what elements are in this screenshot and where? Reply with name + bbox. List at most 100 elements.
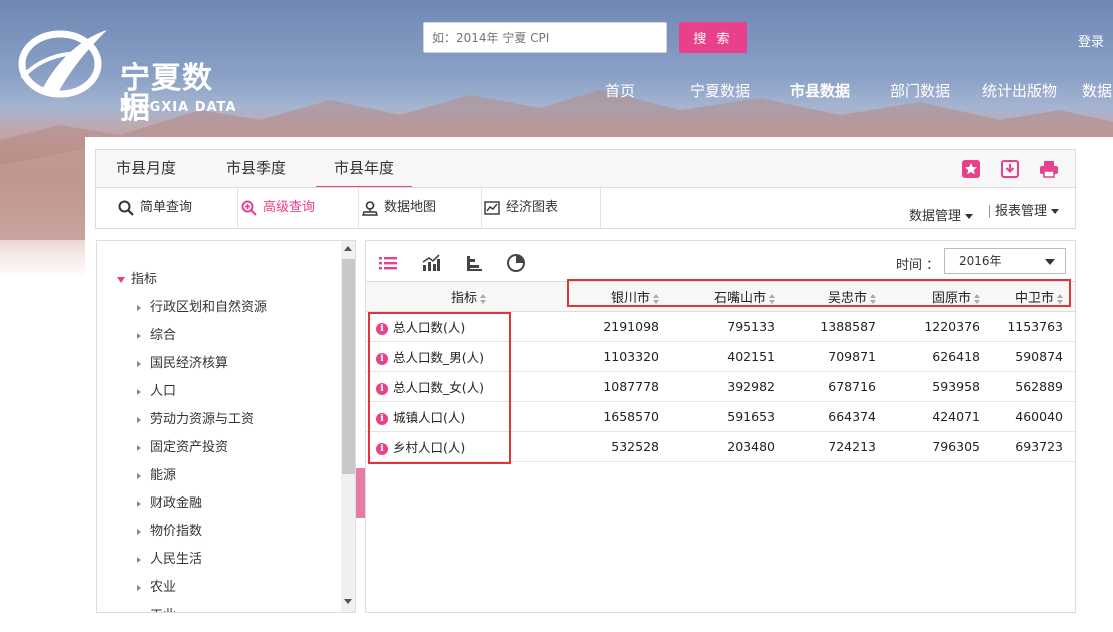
advanced-query-label: 高级查询	[263, 200, 316, 215]
chart-icon	[484, 201, 500, 215]
value-cell: 724213	[787, 431, 888, 462]
tree-item[interactable]: 固定资产投资	[137, 436, 228, 455]
time-select-value: 2016年	[959, 254, 1002, 268]
advanced-query-button[interactable]: 高级查询	[241, 188, 359, 228]
time-select[interactable]: 2016年	[944, 248, 1066, 274]
tree-item[interactable]: 能源	[137, 464, 176, 483]
tree-root-indicator[interactable]: 指标	[117, 268, 157, 287]
value-cell: 1153763	[992, 311, 1075, 342]
main-panel: 市县月度 市县季度 市县年度 简单查询 高级查询 数据地图 经济图表 数据管理 …	[85, 137, 1113, 632]
favorite-star-icon[interactable]	[961, 159, 981, 179]
tree-item-label: 行政区划和自然资源	[150, 300, 268, 315]
tree-item-label: 劳动力资源与工资	[150, 412, 255, 427]
tree-item-label: 综合	[150, 328, 177, 343]
value-cell: 1087778	[571, 371, 671, 402]
chevron-right-icon	[137, 388, 141, 395]
tree-item[interactable]: 物价指数	[137, 520, 202, 539]
tree-item-label: 农业	[150, 580, 177, 595]
chevron-right-icon	[137, 613, 141, 614]
chevron-down-icon	[965, 214, 974, 219]
chevron-down-icon	[1051, 209, 1060, 214]
highlight-city-headers	[567, 279, 1071, 307]
panel-splitter-handle[interactable]	[356, 468, 365, 518]
nav-item-department-data[interactable]: 部门数据	[890, 80, 950, 101]
pie-chart-icon[interactable]	[506, 253, 526, 273]
nav-item-ningxia-data[interactable]: 宁夏数据	[690, 80, 750, 101]
tree-item-label: 人口	[150, 384, 177, 399]
highlight-indicator-names	[368, 312, 511, 464]
chevron-right-icon	[137, 416, 141, 423]
scroll-up-arrow-icon[interactable]	[344, 246, 352, 251]
economic-chart-button[interactable]: 经济图表	[484, 188, 601, 228]
tree-item[interactable]: 财政金融	[137, 492, 202, 511]
tree-scrollbar[interactable]	[341, 241, 355, 612]
line-bar-chart-icon[interactable]	[421, 253, 441, 273]
simple-query-label: 简单查询	[140, 200, 193, 215]
list-view-icon[interactable]	[378, 253, 398, 273]
chevron-right-icon	[137, 360, 141, 367]
data-management-label: 数据管理	[909, 209, 962, 224]
tab-actions	[946, 159, 1059, 179]
tree-root-label: 指标	[131, 272, 158, 287]
login-link[interactable]: 登录	[1078, 31, 1104, 50]
main-nav: 首页 宁夏数据 市县数据 部门数据 统计出版物 数据	[0, 80, 1113, 104]
nav-item-more[interactable]: 数据	[1082, 80, 1112, 101]
value-cell: 1388587	[787, 311, 888, 342]
search-input[interactable]	[423, 22, 667, 53]
nav-item-city-data[interactable]: 市县数据	[790, 80, 850, 101]
value-cell: 795133	[671, 311, 787, 342]
tree-item-label: 工业	[150, 608, 176, 612]
nav-item-home[interactable]: 首页	[605, 80, 635, 101]
value-cell: 626418	[888, 341, 992, 372]
tree-item[interactable]: 行政区划和自然资源	[137, 296, 267, 315]
tree-item-label: 物价指数	[150, 524, 203, 539]
data-map-button[interactable]: 数据地图	[362, 188, 482, 228]
value-cell: 1103320	[571, 341, 671, 372]
search-button[interactable]: 搜 索	[679, 22, 747, 53]
nav-item-publications[interactable]: 统计出版物	[982, 80, 1057, 101]
tree-item[interactable]: 综合	[137, 324, 176, 343]
chevron-right-icon	[137, 500, 141, 507]
scroll-thumb[interactable]	[342, 259, 355, 474]
sort-icon	[480, 293, 486, 304]
economic-chart-label: 经济图表	[506, 200, 559, 215]
tab-yearly[interactable]: 市县年度	[316, 150, 413, 188]
value-cell: 2191098	[571, 311, 671, 342]
value-cell: 693723	[992, 431, 1075, 462]
column-header-label: 指标	[450, 291, 477, 306]
value-cell: 424071	[888, 401, 992, 432]
value-cell: 709871	[787, 341, 888, 372]
scroll-down-arrow-icon[interactable]	[344, 599, 352, 604]
tree-item[interactable]: 劳动力资源与工资	[137, 408, 254, 427]
search-icon	[118, 200, 134, 216]
tab-quarterly[interactable]: 市县季度	[226, 150, 286, 188]
report-management-menu[interactable]: 报表管理	[989, 204, 1060, 219]
tree-item-label: 能源	[150, 468, 177, 483]
tree-item[interactable]: 人口	[137, 380, 176, 399]
chevron-right-icon	[137, 444, 141, 451]
tree-item[interactable]: 工业	[137, 604, 176, 614]
chevron-right-icon	[137, 472, 141, 479]
chevron-right-icon	[137, 332, 141, 339]
value-cell: 562889	[992, 371, 1075, 402]
print-icon[interactable]	[1039, 159, 1059, 179]
download-icon[interactable]	[1000, 159, 1020, 179]
value-cell: 593958	[888, 371, 992, 402]
tab-monthly[interactable]: 市县月度	[116, 150, 176, 188]
value-cell: 1658570	[571, 401, 671, 432]
data-map-label: 数据地图	[384, 200, 437, 215]
simple-query-button[interactable]: 简单查询	[118, 188, 238, 228]
column-header-indicator[interactable]: 指标	[366, 281, 571, 312]
map-pin-icon	[362, 201, 378, 216]
data-management-menu[interactable]: 数据管理	[909, 205, 974, 224]
value-cell: 460040	[992, 401, 1075, 432]
tree-item[interactable]: 国民经济核算	[137, 352, 228, 371]
bar-chart-icon[interactable]	[464, 253, 484, 273]
chevron-down-icon	[1045, 259, 1055, 265]
tree-item-label: 国民经济核算	[150, 356, 229, 371]
report-management-label: 报表管理	[995, 204, 1048, 219]
value-cell: 664374	[787, 401, 888, 432]
tree-item[interactable]: 农业	[137, 576, 176, 595]
zoom-in-icon	[241, 200, 257, 216]
tree-item[interactable]: 人民生活	[137, 548, 202, 567]
